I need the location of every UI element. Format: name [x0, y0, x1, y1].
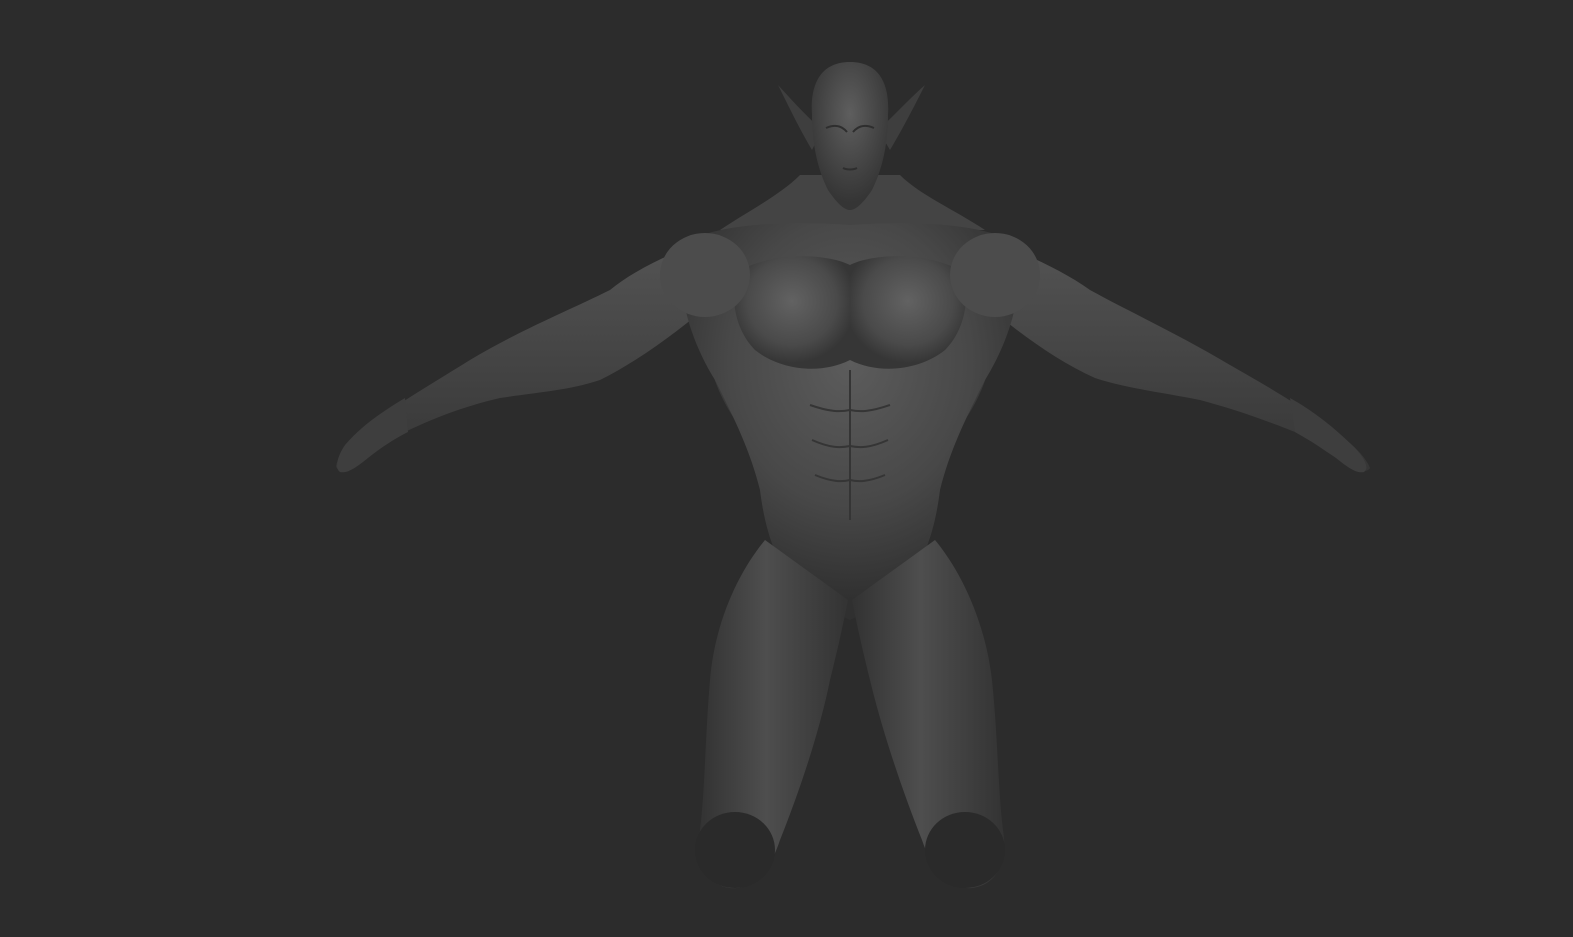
- left-knee-mesh: [695, 812, 775, 888]
- right-deltoid-mesh: [950, 233, 1040, 317]
- left-deltoid-mesh: [660, 233, 750, 317]
- right-hand-mesh: [1290, 398, 1367, 473]
- 3d-viewport-canvas[interactable]: [0, 0, 1573, 937]
- sculpted-figure-render[interactable]: [0, 0, 1573, 937]
- right-knee-mesh: [925, 812, 1005, 888]
- left-hand-mesh: [337, 398, 408, 473]
